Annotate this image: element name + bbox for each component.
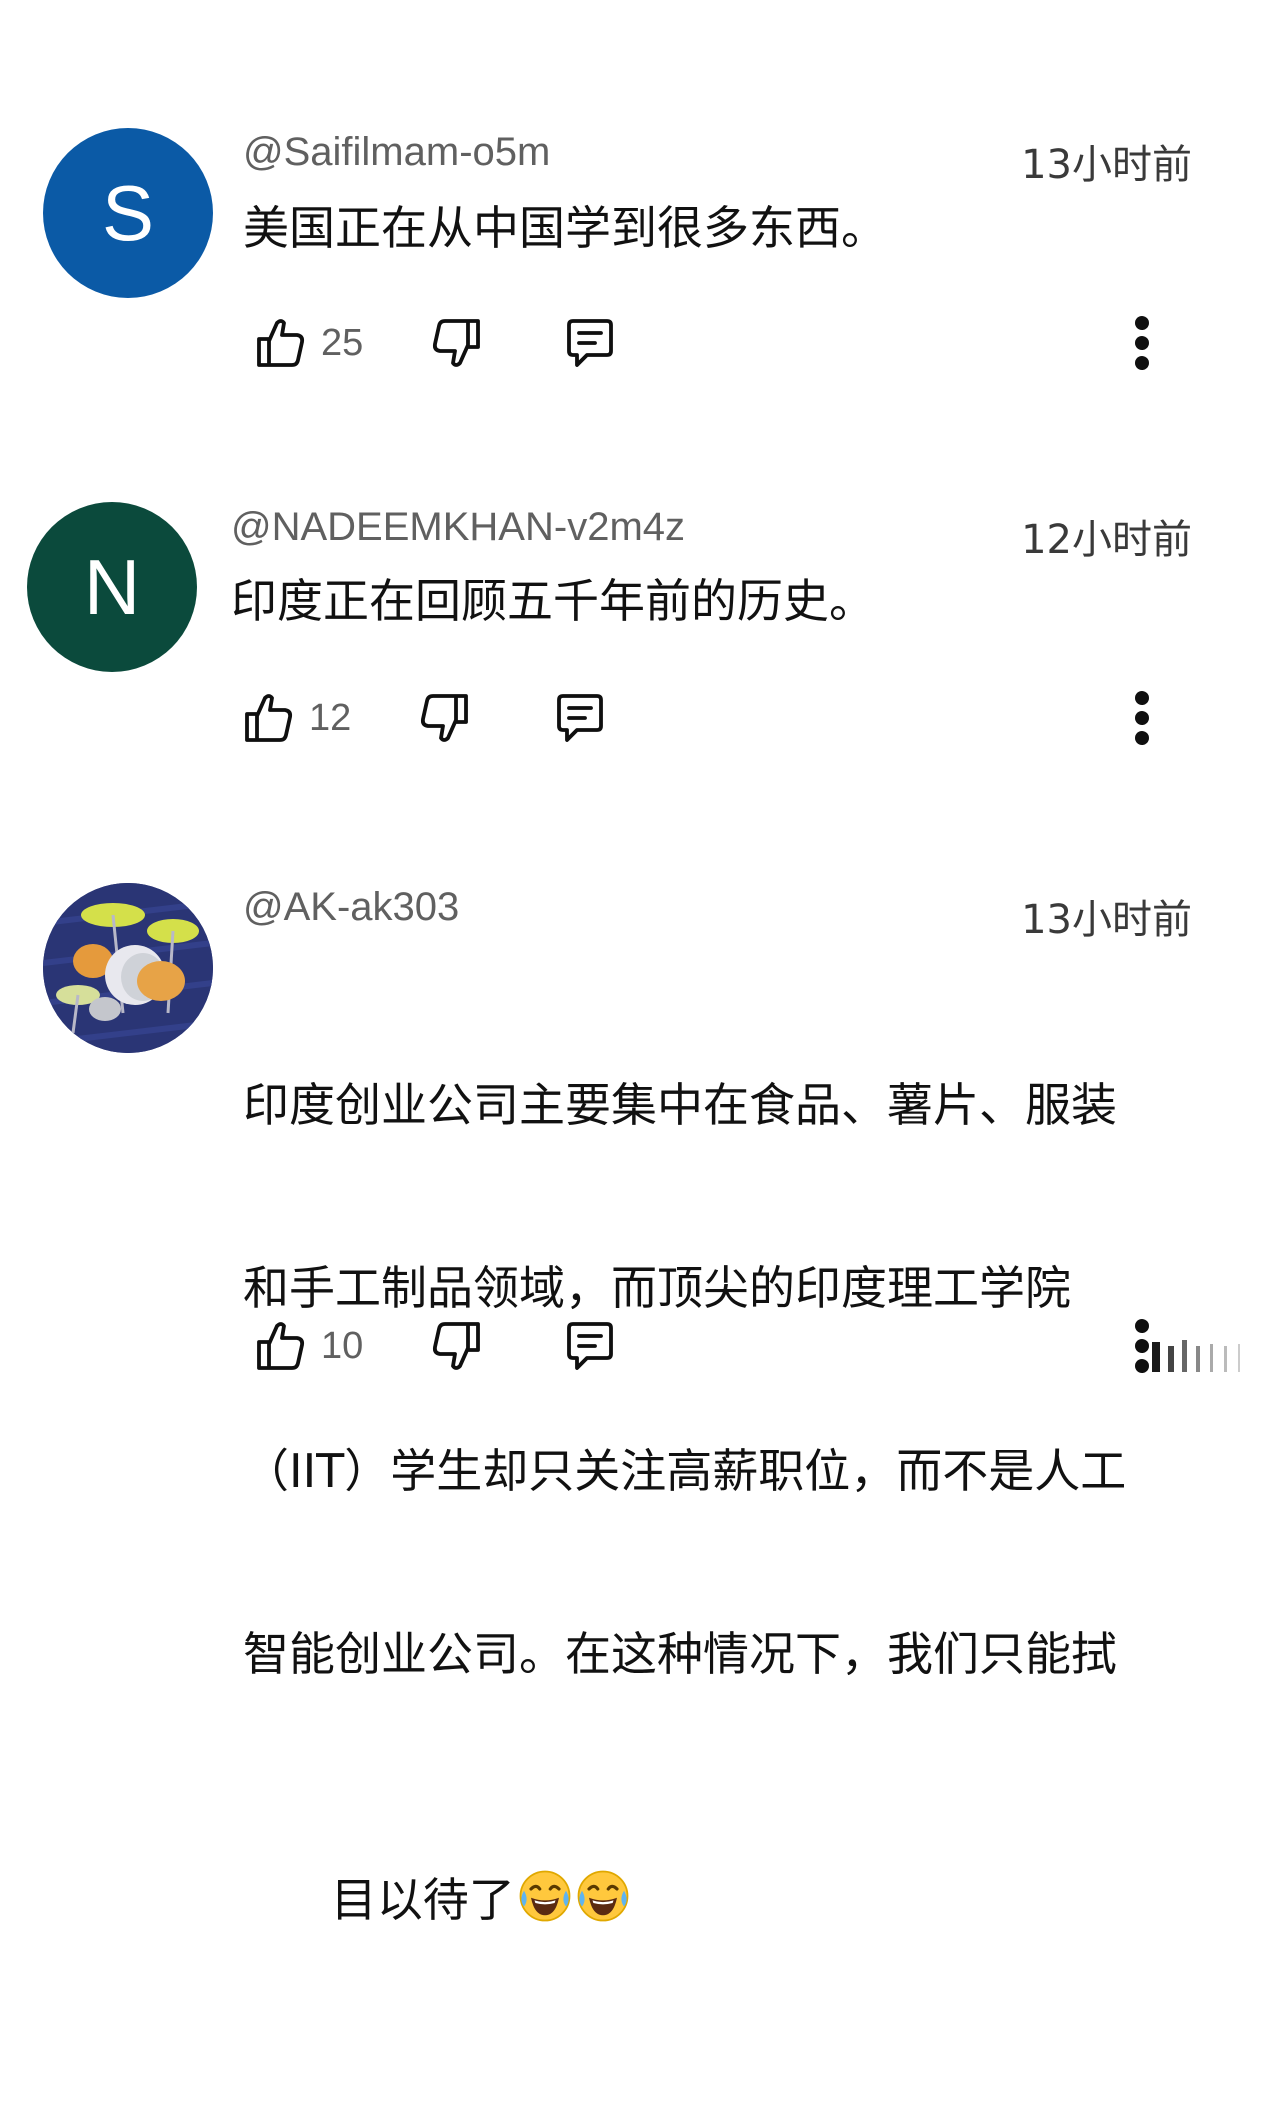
thumbs-down-icon [432,319,480,367]
like-button[interactable]: 25 [255,308,363,378]
reply-icon [567,319,613,367]
reply-button[interactable] [563,1311,617,1381]
more-options-button[interactable] [1122,683,1162,753]
comment-text-last-line: 目以待了 [243,1807,1203,1992]
comment-time: 12小时前 [1021,517,1192,563]
laughing-tears-emoji-icon [577,1870,629,1922]
comment-text-line: 印度创业公司主要集中在食品、薯片、服装 [243,1078,1117,1132]
avatar[interactable] [43,883,213,1053]
comment-text-line: 目以待了 [330,1873,515,1927]
more-options-button[interactable] [1122,308,1162,378]
thumbs-down-icon [432,1322,480,1370]
comment-actions: 10 [255,1311,1155,1381]
like-count: 10 [321,1324,364,1367]
like-count: 12 [309,696,352,739]
reply-button[interactable] [563,308,617,378]
reply-icon [567,1322,613,1370]
drum-kit-icon [43,883,213,1053]
comment-text: 美国正在从中国学到很多东西。 [243,201,887,255]
comment-time: 13小时前 [1021,142,1192,188]
comment-author[interactable]: @AK-ak303 [243,885,459,930]
dislike-button[interactable] [430,1311,482,1381]
thumbs-up-icon [257,319,305,367]
avatar[interactable]: S [43,128,213,298]
avatar-letter: N [83,542,141,631]
thumbs-up-icon [245,694,293,742]
comment-author[interactable]: @Saifilmam-o5m [243,130,550,175]
like-button[interactable]: 10 [255,1311,363,1381]
comment-author[interactable]: @NADEEMKHAN-v2m4z [231,505,685,550]
thumbs-up-icon [257,1322,305,1370]
comment-actions: 12 [243,683,1243,753]
comment-text: 印度正在回顾五千年前的历史。 [231,574,875,628]
reply-button[interactable] [553,683,607,753]
avatar[interactable]: N [27,502,197,672]
watermark-logo-icon [1152,1340,1240,1372]
like-button[interactable]: 12 [243,683,351,753]
avatar-letter: S [101,168,155,257]
like-count: 25 [321,321,364,364]
thumbs-down-icon [420,694,468,742]
comment-time: 13小时前 [1021,897,1192,943]
laughing-tears-emoji-icon [519,1870,571,1922]
comment-text-line: 和手工制品领域，而顶尖的印度理工学院 [243,1261,1071,1315]
reply-icon [557,694,603,742]
comment-actions: 25 [255,308,1255,378]
dislike-button[interactable] [430,308,482,378]
comment-text: 印度创业公司主要集中在食品、薯片、服装 和手工制品领域，而顶尖的印度理工学院 （… [243,953,1203,2114]
comment-text-line: （IIT）学生却只关注高薪职位，而不是人工 [243,1444,1127,1498]
dislike-button[interactable] [418,683,470,753]
comment-text-line: 智能创业公司。在这种情况下，我们只能拭 [243,1627,1117,1681]
